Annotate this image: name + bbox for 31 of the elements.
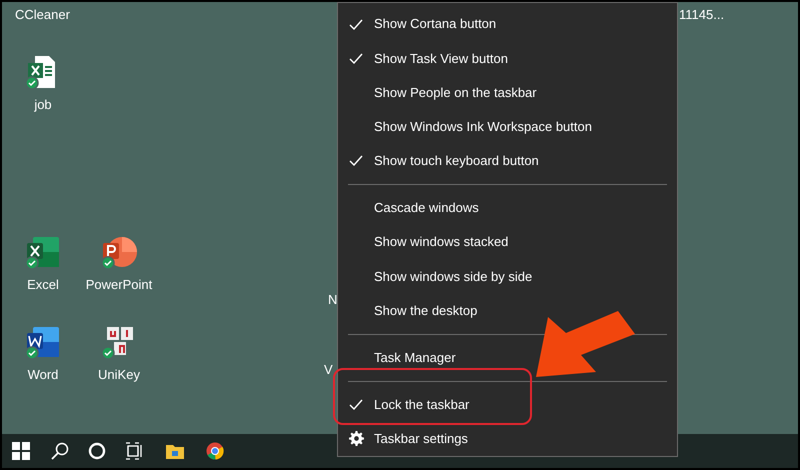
icon-label[interactable]: UniKey xyxy=(98,365,140,384)
menu-item[interactable]: Show touch keyboard button xyxy=(338,144,545,178)
menu-item[interactable]: Show windows side by side xyxy=(338,259,538,294)
browser-icon[interactable] xyxy=(206,442,224,460)
search-icon[interactable] xyxy=(51,442,69,460)
icon-label[interactable]: Excel xyxy=(27,275,59,294)
desktop-label: V xyxy=(324,361,333,379)
menu-item[interactable]: Cascade windows xyxy=(338,190,485,226)
desktop-label: N xyxy=(328,291,338,309)
icon-label[interactable]: job xyxy=(34,95,52,114)
desktop-label: 11145... xyxy=(679,6,724,24)
icon-label[interactable]: Word xyxy=(28,365,58,384)
folder-icon[interactable] xyxy=(166,443,184,459)
menu-item[interactable]: Taskbar settings xyxy=(338,422,474,456)
menu-item[interactable]: Show Windows Ink Workspace button xyxy=(338,110,598,144)
icon-label[interactable]: PowerPoint xyxy=(86,275,152,294)
desktop-label: CCleaner xyxy=(15,6,70,24)
menu-item[interactable]: Show Task View button xyxy=(338,41,514,76)
menu-item[interactable]: Show the desktop xyxy=(338,293,484,328)
word-icon[interactable] xyxy=(25,324,61,360)
menu-item[interactable]: Lock the taskbar xyxy=(338,388,476,422)
menu-item[interactable]: Task Manager xyxy=(338,340,462,375)
menu-item[interactable]: Show windows stacked xyxy=(338,225,514,260)
circle-icon[interactable] xyxy=(88,442,106,460)
task-view-icon[interactable] xyxy=(125,442,143,460)
menu-item[interactable]: Show Cortana button xyxy=(338,7,502,42)
settings-icon xyxy=(348,431,364,446)
windows-start-icon[interactable] xyxy=(12,442,30,460)
powerpoint-icon[interactable] xyxy=(101,234,137,270)
excel-icon[interactable] xyxy=(25,234,61,270)
menu-item[interactable]: Show People on the taskbar xyxy=(338,75,543,110)
